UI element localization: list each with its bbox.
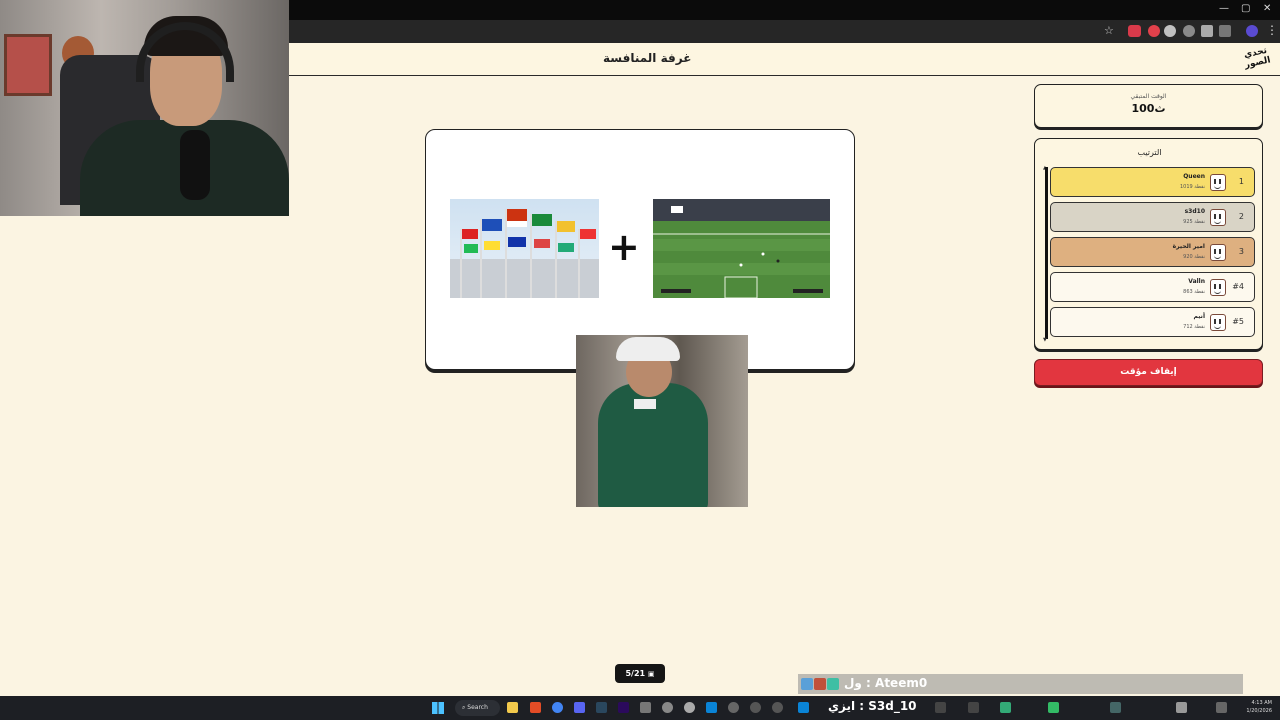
clock-date: 1/20/2026: [1246, 708, 1272, 714]
timer-label: الوقت المتبقي: [1130, 93, 1167, 100]
extension-icon[interactable]: [1183, 25, 1195, 37]
player-points: 712 نقطة: [1183, 324, 1205, 330]
webcam-overlay: [0, 0, 289, 216]
ranking-scrollbar[interactable]: [1045, 167, 1048, 339]
flags-illustration: [450, 209, 599, 298]
player-avatar-icon: [1210, 244, 1226, 261]
microphone-icon[interactable]: [1176, 702, 1187, 713]
app-icon[interactable]: [530, 702, 541, 713]
timer-value: 100ث: [1131, 102, 1166, 115]
tray-icon[interactable]: [1000, 702, 1011, 713]
question-counter[interactable]: 5/21 ▣: [615, 664, 665, 683]
player-name: s3d10: [1184, 208, 1205, 215]
obs-icon[interactable]: [662, 702, 673, 713]
player-points: 863 نقطة: [1183, 289, 1205, 295]
player-points: 920 نقطة: [1183, 254, 1205, 260]
chat-badge-icon: [814, 678, 826, 690]
player-avatar-icon: [1210, 314, 1226, 331]
app-icon[interactable]: [728, 702, 739, 713]
plus-operator: +: [608, 225, 640, 269]
chrome-icon[interactable]: [552, 702, 563, 713]
network-icon[interactable]: [1216, 702, 1227, 713]
app-icon[interactable]: [684, 702, 695, 713]
football-image: [653, 199, 830, 298]
player-avatar-icon: [1210, 209, 1226, 226]
ranking-row: 2 s3d10 925 نقطة: [1050, 202, 1255, 232]
player-name: Valln: [1188, 278, 1205, 285]
tray-icon[interactable]: [1048, 702, 1059, 713]
extension-icon[interactable]: [1164, 25, 1176, 37]
taskbar-search[interactable]: ⌕ Search: [455, 700, 500, 716]
discord-icon[interactable]: [574, 702, 585, 713]
profile-avatar-icon[interactable]: [1246, 25, 1258, 37]
windows-taskbar: ⌕ Search ايزي : S3d_10 4:13 AM 1/20/2026: [0, 696, 1280, 720]
player-name: أنيم: [1193, 313, 1205, 320]
close-button[interactable]: ✕: [1263, 3, 1271, 14]
ranking-row: 3 امير الحيرة 920 نقطة: [1050, 237, 1255, 267]
football-illustration: [653, 199, 830, 298]
maximize-button[interactable]: ▢: [1241, 3, 1250, 14]
bookmark-star-icon[interactable]: ☆: [1104, 24, 1114, 37]
rank-number: #5: [1232, 317, 1244, 326]
stream-chat-overlay: ول : Ateem0: [798, 674, 1243, 694]
app-icon[interactable]: [750, 702, 761, 713]
wall-frame-image: [4, 34, 52, 96]
timer-card: الوقت المتبقي 100ث: [1034, 84, 1263, 128]
chat-message: ول : Ateem0: [844, 676, 928, 690]
person-cap-image: [616, 337, 680, 361]
player-avatar-icon: [1210, 174, 1226, 191]
player-name: Queen: [1183, 173, 1205, 180]
rank-number: 3: [1238, 247, 1244, 256]
player-points: 925 نقطة: [1183, 219, 1205, 225]
search-icon: ⌕: [462, 704, 466, 711]
ranking-row: #5 أنيم 712 نقطة: [1050, 307, 1255, 337]
stream-ticker-text: ايزي : S3d_10: [828, 699, 917, 713]
shirt-logo-image: [634, 399, 656, 409]
windows-start-icon[interactable]: [432, 702, 444, 714]
app-header: [289, 43, 1280, 76]
app-icon[interactable]: [640, 702, 651, 713]
tray-icon[interactable]: [935, 702, 946, 713]
premiere-icon[interactable]: [618, 702, 629, 713]
player-name: امير الحيرة: [1172, 243, 1205, 250]
rank-number: 1: [1238, 177, 1244, 186]
ranking-card: الترتيب ▲ ▼ 1 Queen 1019 نقطة 2 s3d10 92…: [1034, 138, 1263, 350]
system-clock[interactable]: 4:13 AM 1/20/2026: [1240, 699, 1272, 715]
page-title: غرفة المنافسة: [603, 51, 692, 65]
player-avatar-icon: [1210, 279, 1226, 296]
ranking-row: #4 Valln 863 نقطة: [1050, 272, 1255, 302]
rank-number: 2: [1238, 212, 1244, 221]
extensions-puzzle-icon[interactable]: [1219, 25, 1231, 37]
player-points: 1019 نقطة: [1179, 184, 1205, 190]
chat-badge-icon: [827, 678, 839, 690]
rank-number: #4: [1232, 282, 1244, 291]
ranking-row: 1 Queen 1019 نقطة: [1050, 167, 1255, 197]
counter-text: 5/21: [625, 669, 646, 678]
tray-icon[interactable]: [1110, 702, 1121, 713]
pause-timer-button[interactable]: إيقاف مؤقت: [1034, 359, 1263, 386]
scroll-down-arrow-icon[interactable]: ▼: [1043, 337, 1047, 343]
image-icon: ▣: [647, 670, 655, 678]
app-icon[interactable]: [798, 702, 809, 713]
tray-icon[interactable]: [968, 702, 979, 713]
app-icon[interactable]: [772, 702, 783, 713]
browser-menu-icon[interactable]: ⋮: [1266, 23, 1278, 37]
extension-icon[interactable]: [1201, 25, 1213, 37]
reaction-gif-overlay: [576, 335, 748, 507]
extension-icon[interactable]: [1128, 25, 1141, 37]
microphone-image: [180, 130, 210, 200]
file-explorer-icon[interactable]: [507, 702, 518, 713]
flags-image: [450, 199, 599, 298]
search-label: Search: [467, 704, 488, 711]
extension-icon[interactable]: [1148, 25, 1160, 37]
ranking-title: الترتيب: [1137, 148, 1162, 157]
steam-icon[interactable]: [596, 702, 607, 713]
minimize-button[interactable]: —: [1219, 3, 1229, 14]
clock-time: 4:13 AM: [1251, 700, 1272, 706]
chat-badge-icon: [801, 678, 813, 690]
vscode-icon[interactable]: [706, 702, 717, 713]
